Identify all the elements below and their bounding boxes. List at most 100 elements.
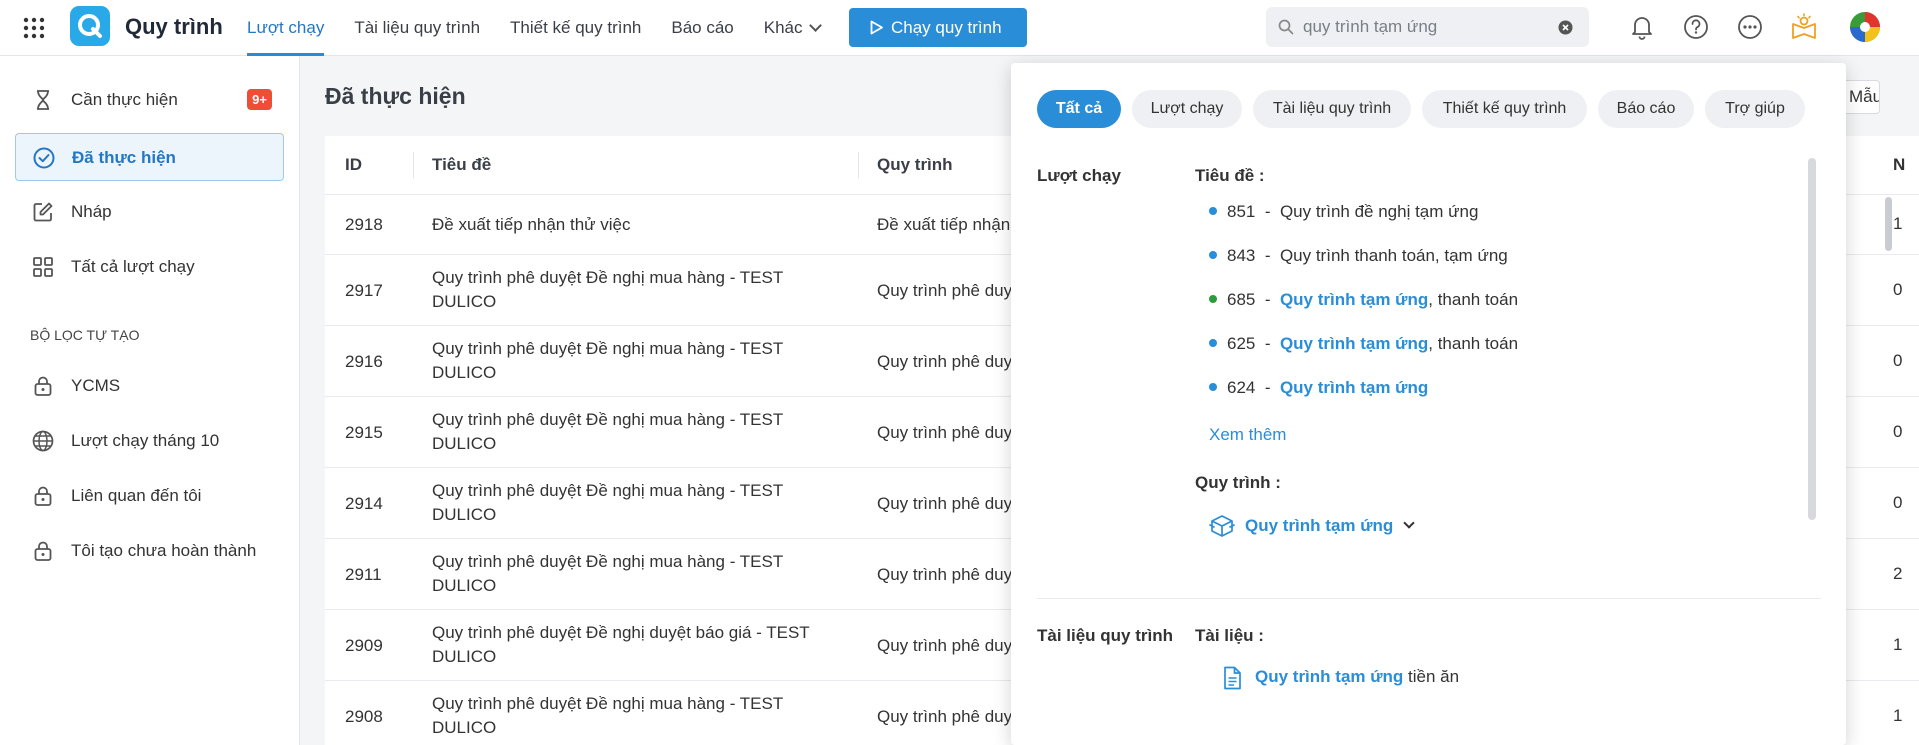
sidebar: Cần thực hiện 9+ Đã thực hiện Nháp Tất c…	[0, 56, 300, 745]
status-dot	[1209, 251, 1217, 259]
row-title[interactable]: Đề xuất tiếp nhận thử việc	[432, 213, 832, 237]
workflow-result-item[interactable]: Quy trình tạm ứng	[1209, 512, 1415, 540]
hourglass-icon	[37, 90, 49, 110]
row-title[interactable]: Quy trình phê duyệt Đề nghị mua hàng - T…	[432, 408, 832, 456]
row-title[interactable]: Quy trình phê duyệt Đề nghị mua hàng - T…	[432, 337, 832, 385]
nav-runs[interactable]: Lượt chạy	[247, 0, 325, 56]
status-dot	[1209, 207, 1217, 215]
row-workflow: Quy trình phê duy	[877, 494, 1013, 513]
result-id: 843	[1227, 246, 1256, 265]
tab-process-design[interactable]: Thiết kế quy trình	[1422, 90, 1587, 128]
nav-process-design[interactable]: Thiết kế quy trình	[510, 0, 641, 56]
row-cell-partial: 1	[1893, 214, 1903, 233]
workflow-box-icon	[1209, 515, 1235, 537]
nav-more[interactable]: Khác	[763, 0, 822, 56]
right-column-edge: N 1 0 0 0 0 2 1 1	[1893, 0, 1919, 745]
row-id: 2915	[345, 423, 383, 442]
row-workflow: Quy trình phê duy	[877, 636, 1013, 655]
check-circle-icon	[33, 147, 55, 169]
sidebar-filter-my-unfinished[interactable]: Tôi tạo chưa hoàn thành	[15, 527, 284, 575]
tab-runs[interactable]: Lượt chạy	[1132, 90, 1242, 128]
doc-result-item[interactable]: Quy trình tạm ứng tiền ăn	[1209, 663, 1459, 691]
result-highlight: Quy trình tạm ứng	[1279, 290, 1429, 309]
chevron-down-icon[interactable]	[1403, 517, 1415, 529]
run-process-button[interactable]: Chạy quy trình	[849, 8, 1027, 47]
doc-highlight: Quy trình tạm ứng	[1255, 667, 1404, 686]
more-options-icon[interactable]	[1736, 13, 1764, 41]
globe-icon	[32, 430, 54, 452]
row-title[interactable]: Quy trình phê duyệt Đề nghị mua hàng - T…	[432, 479, 832, 527]
search-result-item[interactable]: 624 - Quy trình tạm ứng	[1209, 376, 1428, 400]
row-title[interactable]: Quy trình phê duyệt Đề nghị mua hàng - T…	[432, 550, 832, 598]
row-title[interactable]: Quy trình phê duyệt Đề nghị mua hàng - T…	[432, 266, 832, 314]
main-nav: Lượt chạy Tài liệu quy trình Thiết kế qu…	[247, 0, 850, 56]
help-icon[interactable]	[1682, 13, 1710, 41]
row-title[interactable]: Quy trình phê duyệt Đề nghị mua hàng - T…	[432, 692, 832, 740]
app-logo-icon[interactable]	[70, 6, 110, 46]
sidebar-item-done[interactable]: Đã thực hiện	[15, 133, 284, 181]
row-id: 2909	[345, 636, 383, 655]
docs-section-label: Tài liệu quy trình	[1037, 626, 1174, 645]
sidebar-item-all-runs[interactable]: Tất cả lượt chạy	[15, 243, 284, 291]
search-result-item[interactable]: 851 - Quy trình đề nghị tạm ứng	[1209, 200, 1478, 224]
search-results-panel: Tất cả Lượt chạy Tài liệu quy trình Thiế…	[1011, 63, 1846, 745]
column-header-workflow[interactable]: Quy trình	[877, 136, 953, 194]
search-result-item[interactable]: 843 - Quy trình thanh toán, tạm ứng	[1209, 244, 1508, 268]
row-cell-partial: 2	[1893, 564, 1903, 583]
sidebar-item-drafts[interactable]: Nháp	[15, 188, 284, 236]
sidebar-filter-related-to-me[interactable]: Liên quan đến tôi	[15, 472, 284, 520]
row-workflow: Quy trình phê duy	[877, 423, 1013, 442]
nav-process-docs[interactable]: Tài liệu quy trình	[354, 0, 480, 56]
user-avatar[interactable]	[1849, 11, 1881, 43]
lock-icon	[34, 486, 52, 506]
workflow-label: Quy trình :	[1195, 473, 1281, 492]
bell-icon[interactable]	[1628, 13, 1656, 41]
column-divider	[413, 152, 414, 178]
row-id: 2918	[345, 215, 383, 234]
sidebar-filter-ycms[interactable]: YCMS	[15, 362, 284, 410]
sidebar-item-label: Đã thực hiện	[72, 148, 176, 167]
column-divider	[858, 152, 859, 178]
run-process-label: Chạy quy trình	[891, 18, 1002, 37]
panel-scrollbar[interactable]	[1808, 158, 1816, 520]
row-workflow: Quy trình phê duy	[877, 352, 1013, 371]
chevron-down-icon	[808, 19, 822, 32]
sidebar-filter-label: Lượt chạy tháng 10	[71, 431, 220, 450]
tab-reports[interactable]: Báo cáo	[1598, 90, 1694, 128]
lock-icon	[34, 376, 52, 396]
row-id: 2917	[345, 281, 383, 300]
title-label: Tiêu đề :	[1195, 166, 1265, 185]
result-id: 851	[1227, 202, 1256, 221]
row-cell-partial: 0	[1893, 351, 1903, 370]
sidebar-filter-october-runs[interactable]: Lượt chạy tháng 10	[15, 417, 284, 465]
column-header-id[interactable]: ID	[345, 136, 362, 194]
nav-more-label: Khác	[763, 18, 803, 37]
tab-all[interactable]: Tất cả	[1037, 90, 1121, 128]
result-text: , thanh toán	[1428, 290, 1519, 309]
sidebar-item-to-do[interactable]: Cần thực hiện 9+	[15, 76, 284, 124]
search-result-item[interactable]: 685 - Quy trình tạm ứng, thanh toán	[1209, 288, 1518, 312]
result-text: Quy trình đề nghị tạm ứng	[1279, 202, 1479, 221]
doc-text: tiền ăn	[1403, 667, 1460, 686]
tab-process-docs[interactable]: Tài liệu quy trình	[1253, 90, 1411, 128]
result-text: Quy trình thanh toán, tạm ứng	[1279, 246, 1508, 265]
column-header-title[interactable]: Tiêu đề	[432, 136, 491, 194]
result-id: 624	[1227, 378, 1256, 397]
row-id: 2908	[345, 707, 383, 726]
table-scrollbar[interactable]	[1885, 197, 1892, 251]
see-more-link[interactable]: Xem thêm	[1209, 425, 1286, 445]
top-bar: Quy trình Lượt chạy Tài liệu quy trình T…	[0, 0, 1919, 56]
runs-section-label: Lượt chạy	[1037, 166, 1121, 185]
result-highlight: Quy trình tạm ứng	[1279, 378, 1429, 397]
tab-help[interactable]: Trợ giúp	[1705, 90, 1805, 128]
section-divider	[1037, 598, 1821, 599]
search-input[interactable]	[1303, 13, 1548, 41]
row-cell-partial: 0	[1893, 280, 1903, 299]
apps-grid-icon[interactable]	[22, 16, 46, 40]
clear-search-icon[interactable]	[1558, 20, 1573, 35]
idea-book-icon[interactable]	[1790, 13, 1818, 41]
nav-reports[interactable]: Báo cáo	[671, 0, 733, 56]
row-cell-partial: 0	[1893, 422, 1903, 441]
row-title[interactable]: Quy trình phê duyệt Đề nghị duyệt báo gi…	[432, 621, 832, 669]
search-result-item[interactable]: 625 - Quy trình tạm ứng, thanh toán	[1209, 332, 1518, 356]
